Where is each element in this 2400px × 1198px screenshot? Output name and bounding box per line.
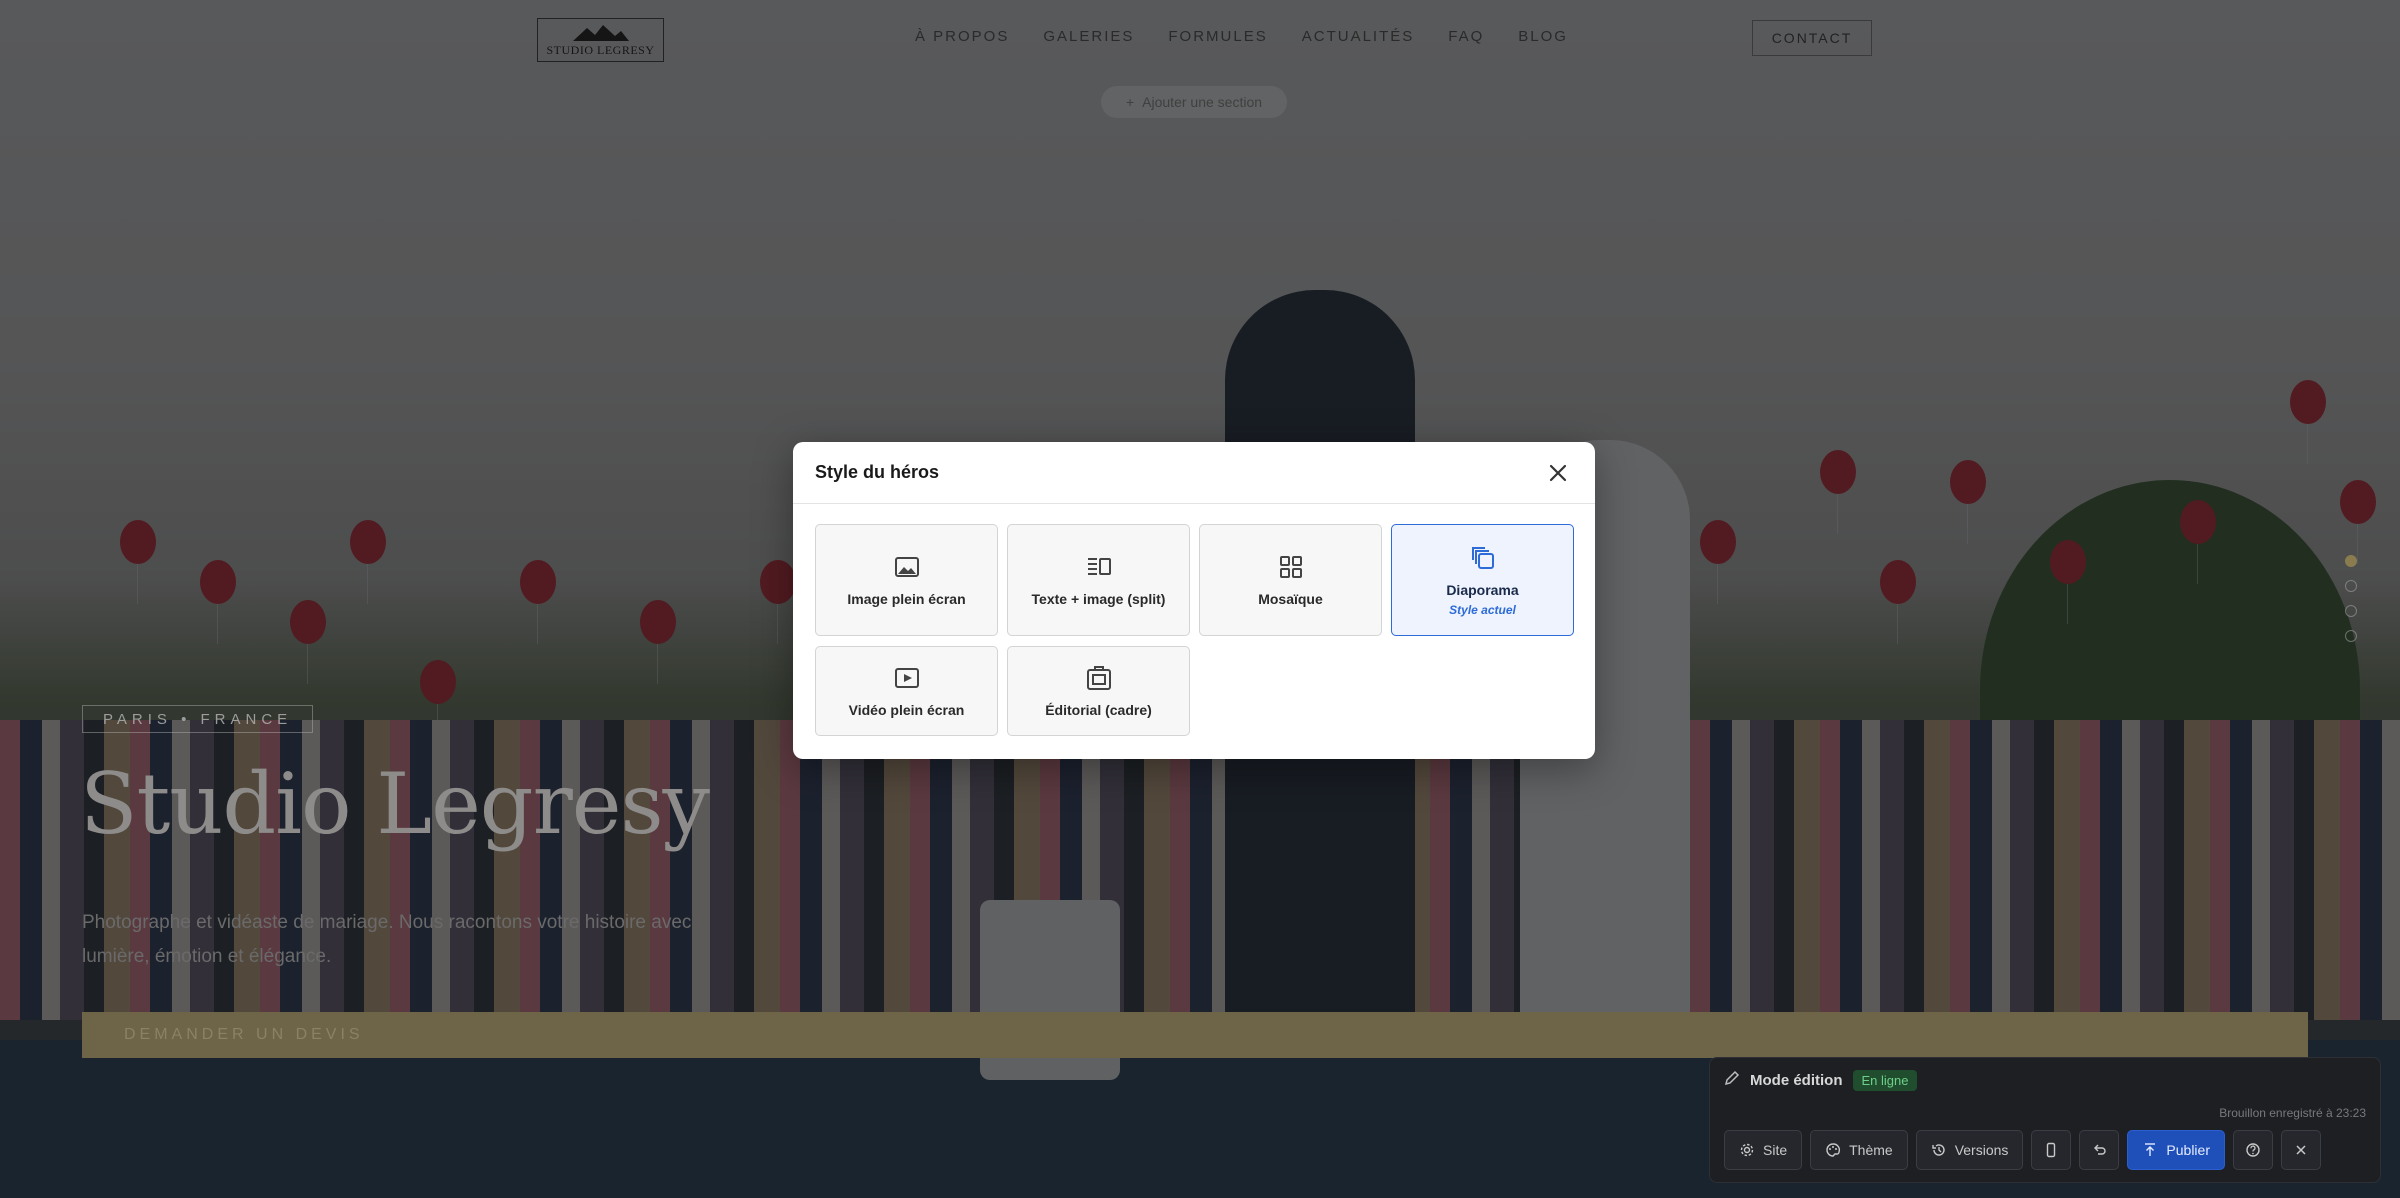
versions-button[interactable]: Versions [1915,1130,2024,1170]
nav-item-actualites[interactable]: ACTUALITÉS [1302,28,1415,45]
nav-item-blog[interactable]: BLOG [1518,28,1568,45]
gear-icon [1740,1143,1754,1157]
style-option-diaporama[interactable]: Diaporama Style actuel [1391,524,1574,636]
nav-item-faq[interactable]: FAQ [1448,28,1484,45]
style-option-label: Éditorial (cadre) [1045,702,1152,718]
undo-icon [2094,1144,2107,1155]
status-badge: En ligne [1852,1070,1918,1091]
add-section-button[interactable]: + Ajouter une section [1101,86,1287,118]
slides-icon [1469,544,1497,572]
hero-style-modal: Style du héros Image plein écran Texte +… [793,442,1595,759]
history-icon [1932,1144,1945,1156]
slide-dots [2345,555,2357,642]
add-section-label: Ajouter une section [1142,94,1263,110]
smartphone-icon [2047,1142,2056,1158]
style-option-label: Diaporama [1446,581,1519,598]
nav-item-formules[interactable]: FORMULES [1168,28,1267,45]
close-icon [2296,1145,2306,1155]
nav-item-galeries[interactable]: GALERIES [1043,28,1134,45]
style-option-label: Vidéo plein écran [848,702,965,718]
versions-button-label: Versions [1954,1142,2009,1158]
editor-toolbar: Site Thème Versions Publier [1724,1130,2321,1170]
editor-mode-title: Mode édition [1750,1072,1843,1089]
help-button[interactable] [2233,1130,2273,1170]
slide-dot[interactable] [2345,580,2357,592]
theme-button-label: Thème [1849,1142,1893,1158]
upload-icon [2145,1143,2156,1156]
style-option-video-plein-ecran[interactable]: Vidéo plein écran [815,646,998,736]
split-layout-icon [1085,553,1113,581]
style-option-editorial-cadre[interactable]: Éditorial (cadre) [1007,646,1190,736]
style-option-label: Texte + image (split) [1031,591,1166,607]
grid-icon [1277,553,1305,581]
style-option-image-plein-ecran[interactable]: Image plein écran [815,524,998,636]
site-button-label: Site [1763,1142,1788,1158]
help-icon [2246,1143,2260,1157]
hero-location-tag: PARIS • FRANCE [82,705,314,733]
modal-title: Style du héros [815,462,940,482]
undo-button[interactable] [2079,1130,2120,1170]
publish-button-label: Publier [2166,1142,2210,1158]
mountain-logo-icon [572,25,629,41]
style-option-texte-image-split[interactable]: Texte + image (split) [1007,524,1190,636]
slide-dot[interactable] [2345,630,2357,642]
hero-style-options: Image plein écran Texte + image (split) … [815,524,1574,736]
site-settings-button[interactable]: Site [1724,1130,1803,1170]
mobile-preview-button[interactable] [2031,1130,2072,1170]
contact-button[interactable]: CONTACT [1752,20,1872,56]
video-icon [893,664,921,692]
style-option-label: Image plein écran [847,591,966,607]
plus-icon: + [1125,94,1135,110]
modal-header: Style du héros [793,442,1595,504]
current-style-note: Style actuel [1449,602,1516,617]
slide-dot[interactable] [2345,555,2357,567]
site-header: STUDIO LEGRESY À PROPOS GALERIES FORMULE… [0,0,2400,80]
palette-icon [1826,1143,1841,1157]
slide-dot[interactable] [2345,605,2357,617]
hero-subtitle[interactable]: Photographe et vidéaste de mariage. Nous… [82,906,702,974]
editor-header: Mode édition En ligne [1724,1070,1918,1091]
draft-saved-status: Brouillon enregistré à 23:23 [2219,1106,2366,1120]
publish-button[interactable]: Publier [2127,1130,2225,1170]
style-option-mosaique[interactable]: Mosaïque [1199,524,1382,636]
close-icon[interactable] [1543,458,1573,488]
request-quote-label: DEMANDER UN DEVIS [124,1026,364,1043]
image-icon [893,553,921,581]
pencil-icon [1724,1070,1740,1091]
site-logo[interactable]: STUDIO LEGRESY [537,18,664,62]
main-nav: À PROPOS GALERIES FORMULES ACTUALITÉS FA… [915,28,1602,45]
logo-text: STUDIO LEGRESY [546,43,655,57]
exit-editor-button[interactable] [2281,1130,2321,1170]
request-quote-button[interactable]: DEMANDER UN DEVIS [82,1012,2308,1058]
hero-title[interactable]: Studio Legresy [80,755,710,853]
frame-icon [1085,664,1113,692]
style-option-label: Mosaïque [1258,591,1323,607]
theme-button[interactable]: Thème [1810,1130,1908,1170]
editor-panel: Mode édition En ligne Brouillon enregist… [1709,1057,2381,1183]
nav-item-a-propos[interactable]: À PROPOS [915,28,1009,45]
